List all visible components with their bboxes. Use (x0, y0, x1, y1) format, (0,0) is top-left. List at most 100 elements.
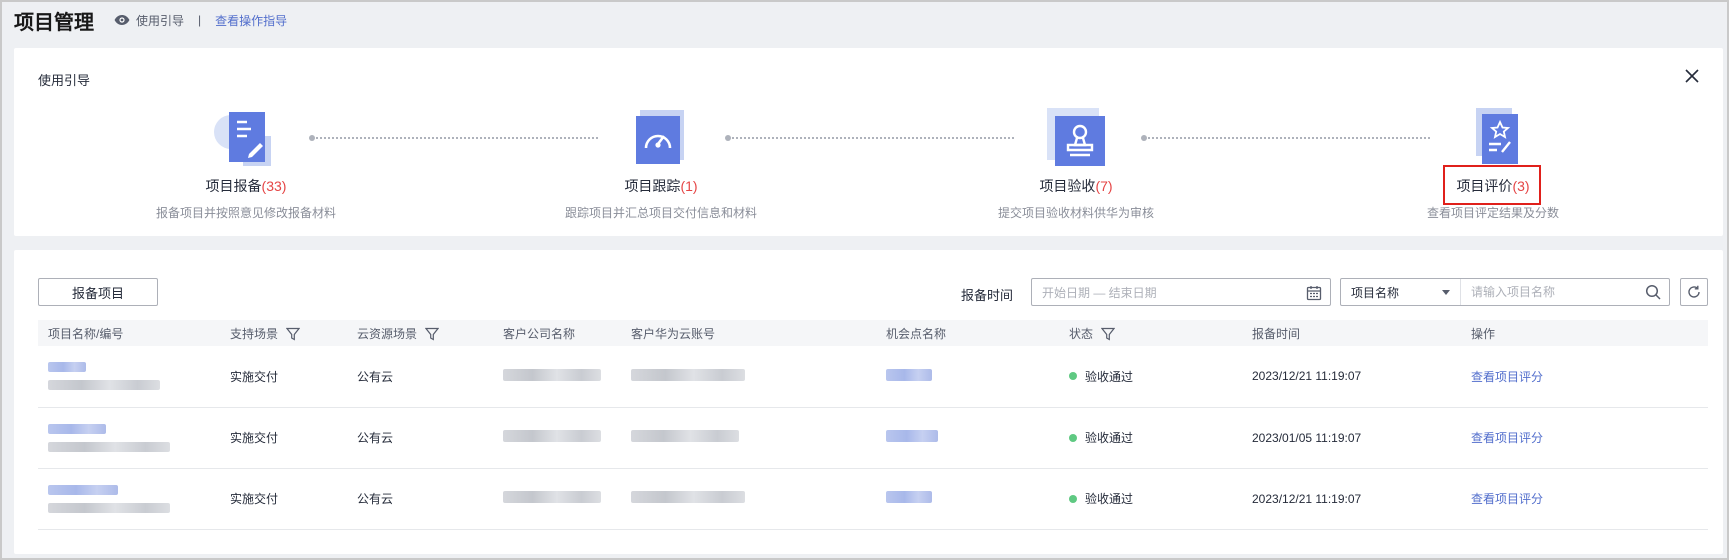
opportunity-cell[interactable] (876, 468, 1059, 529)
redacted-project-id (48, 380, 160, 391)
redacted-project-name (48, 484, 118, 495)
date-range-placeholder: 开始日期 — 结束日期 (1042, 285, 1157, 300)
table-header-row: 项目名称/编号 支持场景 云资源场景 客户公司名称 客户华为云账号 机会点名称 … (38, 320, 1708, 346)
customer-company-cell (493, 468, 621, 529)
step-name: 项目验收 (1039, 178, 1096, 194)
status-text: 验收通过 (1085, 492, 1134, 506)
gauge-icon (636, 110, 684, 164)
report-time-cell: 2023/01/05 11:19:07 (1252, 430, 1362, 445)
guide-step-acceptance[interactable]: 项目验收(7) 提交项目验收材料供华为审核 (926, 104, 1226, 221)
customer-company-cell (493, 407, 621, 468)
refresh-button[interactable] (1680, 278, 1708, 306)
date-range-picker[interactable]: 开始日期 — 结束日期 (1031, 278, 1331, 306)
eye-icon (114, 15, 130, 25)
step-count: (33) (261, 178, 287, 194)
table-row: 实施交付 公有云 验收通过 2023/12/21 11:19:07 查看项目评分 (38, 468, 1708, 529)
support-scene-cell: 实施交付 (230, 492, 279, 506)
table-row: 实施交付 公有云 验收通过 2023/01/05 11:19:07 查看项目评分 (38, 407, 1708, 468)
calendar-icon[interactable] (1306, 285, 1322, 301)
close-icon[interactable] (1683, 67, 1701, 85)
redacted-company (503, 430, 601, 442)
customer-account-cell (621, 468, 876, 529)
customer-account-cell (621, 407, 876, 468)
status-dot-icon (1069, 372, 1077, 381)
header-separator: | (198, 13, 202, 27)
project-name-search-input[interactable] (1461, 285, 1645, 299)
step-description: 跟踪项目并汇总项目交付信息和材料 (564, 206, 757, 220)
status-cell: 验收通过 (1059, 468, 1242, 529)
refresh-icon (1688, 285, 1700, 298)
step-count: (7) (1095, 178, 1113, 194)
status-dot-icon (1069, 433, 1077, 442)
redacted-project-name (48, 423, 106, 434)
step-description: 提交项目验收材料供华为审核 (997, 206, 1154, 220)
column-header: 操作 (1471, 326, 1496, 341)
guide-step-tracking[interactable]: 项目跟踪(1) 跟踪项目并汇总项目交付信息和材料 (511, 104, 811, 221)
action-cell: 查看项目评分 (1461, 468, 1708, 529)
redacted-account (631, 491, 745, 503)
project-table-panel: 报备项目 报备时间 开始日期 — 结束日期 项目名称 请输入项目名称 项目名称/… (14, 250, 1723, 554)
status-cell: 验收通过 (1059, 407, 1242, 468)
filter-icon[interactable] (285, 327, 301, 341)
cloud-scene-cell: 公有云 (357, 492, 394, 506)
column-header: 云资源场景 (347, 320, 493, 346)
step-count: (1) (680, 178, 698, 194)
guide-step-report[interactable]: 项目报备(33) 报备项目并按照意见修改报备材料 (96, 104, 396, 221)
redacted-opportunity (886, 491, 932, 503)
opportunity-cell[interactable] (876, 346, 1059, 407)
usage-guide-toggle[interactable]: 使用引导 (114, 12, 184, 29)
action-cell: 查看项目评分 (1461, 407, 1708, 468)
search-field-select[interactable]: 项目名称 (1341, 279, 1461, 305)
guide-panel-title: 使用引导 (38, 73, 91, 88)
project-name-cell[interactable] (38, 468, 220, 529)
column-header: 支持场景 (220, 320, 347, 346)
step-description: 报备项目并按照意见修改报备材料 (155, 206, 336, 220)
filter-icon[interactable] (424, 327, 440, 341)
certificate-star-icon (1476, 108, 1518, 164)
redacted-opportunity (886, 368, 932, 381)
select-value: 项目名称 (1351, 285, 1400, 300)
search-icon[interactable] (1645, 284, 1661, 300)
redacted-project-name (48, 362, 86, 373)
usage-guide-label: 使用引导 (136, 13, 185, 28)
column-header: 项目名称/编号 (48, 326, 124, 341)
project-name-cell[interactable] (38, 346, 220, 407)
report-project-button[interactable]: 报备项目 (38, 278, 158, 306)
page-header: 项目管理 使用引导 | 查看操作指导 (14, 6, 287, 34)
usage-guide-panel: 使用引导 项目报备(33) 报备项目并按照意见修改报备材料 项目跟踪(1) 跟踪… (14, 48, 1723, 236)
operation-guide-link[interactable]: 查看操作指导 (215, 12, 287, 29)
redacted-account (631, 430, 739, 442)
redacted-project-id (48, 502, 170, 513)
redacted-account (631, 368, 745, 381)
view-score-link[interactable]: 查看项目评分 (1471, 492, 1543, 506)
project-name-cell[interactable] (38, 407, 220, 468)
column-header: 报备时间 (1252, 326, 1301, 341)
cloud-scene-cell: 公有云 (357, 369, 394, 384)
date-filter-label: 报备时间 (961, 288, 1014, 303)
cloud-scene-cell: 公有云 (357, 431, 394, 445)
redacted-opportunity (886, 430, 938, 442)
redacted-company (503, 491, 601, 503)
view-score-link[interactable]: 查看项目评分 (1471, 431, 1543, 445)
redacted-project-id (48, 441, 170, 452)
report-time-cell: 2023/12/21 11:19:07 (1252, 369, 1362, 384)
column-header: 机会点名称 (886, 326, 947, 341)
status-text: 验收通过 (1085, 431, 1134, 445)
customer-account-cell (621, 346, 876, 407)
customer-company-cell (493, 346, 621, 407)
filter-icon[interactable] (1100, 327, 1116, 341)
opportunity-cell[interactable] (876, 407, 1059, 468)
table-row: 实施交付 公有云 验收通过 2023/12/21 11:19:07 查看项目评分 (38, 346, 1708, 407)
status-cell: 验收通过 (1059, 346, 1242, 407)
document-edit-icon (214, 112, 271, 166)
status-text: 验收通过 (1085, 369, 1134, 384)
step-name: 项目报备 (205, 178, 262, 194)
highlight-box (1443, 165, 1541, 205)
column-header: 状态 (1059, 320, 1242, 346)
action-cell: 查看项目评分 (1461, 346, 1708, 407)
report-time-cell: 2023/12/21 11:19:07 (1252, 491, 1362, 506)
page-title: 项目管理 (14, 11, 94, 34)
support-scene-cell: 实施交付 (230, 369, 279, 384)
column-header: 客户公司名称 (503, 326, 576, 341)
view-score-link[interactable]: 查看项目评分 (1471, 370, 1543, 384)
